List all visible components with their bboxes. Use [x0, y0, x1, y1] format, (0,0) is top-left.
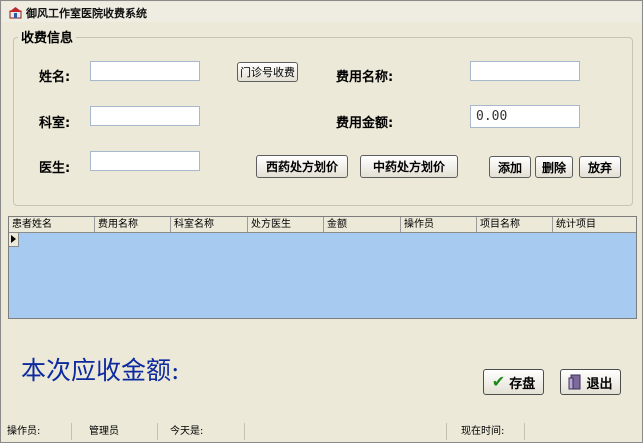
fee-amount-label: 费用金额:	[336, 116, 394, 131]
check-icon: ✔	[491, 372, 506, 391]
grid-col-fee-name[interactable]: 费用名称	[95, 217, 171, 232]
fee-name-label: 费用名称:	[336, 70, 394, 85]
discard-button[interactable]: 放弃	[579, 156, 621, 178]
delete-button[interactable]: 删除	[535, 156, 573, 178]
fee-info-group-title: 收费信息	[18, 27, 77, 46]
grid-col-patient-name[interactable]: 患者姓名	[9, 217, 95, 232]
status-operator-label: 操作员:	[5, 423, 72, 440]
status-time-value	[527, 423, 637, 440]
window-title: 御风工作室医院收费系统	[26, 7, 147, 20]
save-button[interactable]: ✔ 存盘	[483, 369, 544, 395]
western-rx-pricing-button[interactable]: 西药处方划价	[256, 155, 348, 178]
doctor-label: 医生:	[39, 161, 71, 176]
outpatient-fee-button[interactable]: 门诊号收费	[237, 62, 298, 82]
status-operator-value: 管理员	[87, 423, 158, 440]
grid-col-doctor[interactable]: 处方医生	[248, 217, 324, 232]
grid-header: 患者姓名 费用名称 科室名称 处方医生 金额 操作员 项目名称 统计项目	[9, 217, 636, 233]
hospital-app-icon	[9, 7, 22, 19]
exit-door-icon	[568, 374, 581, 390]
doctor-input[interactable]	[90, 151, 200, 171]
grid-col-item-name[interactable]: 项目名称	[477, 217, 553, 232]
add-button[interactable]: 添加	[489, 156, 531, 178]
status-today-label: 今天是:	[168, 423, 245, 440]
grid-col-stat-item[interactable]: 统计项目	[553, 217, 636, 232]
grid-col-operator[interactable]: 操作员	[401, 217, 477, 232]
exit-button[interactable]: 退出	[560, 369, 621, 395]
grid-col-dept-name[interactable]: 科室名称	[171, 217, 248, 232]
fee-name-input[interactable]	[470, 61, 580, 81]
name-input[interactable]	[90, 61, 200, 81]
chinese-rx-pricing-button[interactable]: 中药处方划价	[360, 155, 458, 178]
grid-col-amount[interactable]: 金额	[324, 217, 401, 232]
dept-label: 科室:	[39, 116, 71, 131]
row-indicator[interactable]	[9, 233, 19, 247]
fee-items-grid[interactable]: 患者姓名 费用名称 科室名称 处方医生 金额 操作员 项目名称 统计项目	[8, 216, 637, 319]
dept-input[interactable]	[90, 106, 200, 126]
title-bar: 御风工作室医院收费系统	[2, 2, 641, 22]
fee-amount-input[interactable]	[470, 105, 580, 128]
status-today-value	[247, 423, 447, 440]
status-bar: 操作员: 管理员 今天是: 现在时间:	[2, 421, 641, 441]
current-row-arrow-icon	[11, 235, 16, 243]
total-due-label: 本次应收金额:	[21, 356, 180, 385]
main-window: 御风工作室医院收费系统 收费信息 姓名: 科室: 医生: 门诊号收费 费用名称:…	[0, 0, 643, 443]
status-time-label: 现在时间:	[459, 423, 525, 440]
exit-button-label: 退出	[586, 376, 613, 392]
save-button-label: 存盘	[509, 376, 536, 392]
name-label: 姓名:	[39, 70, 71, 85]
